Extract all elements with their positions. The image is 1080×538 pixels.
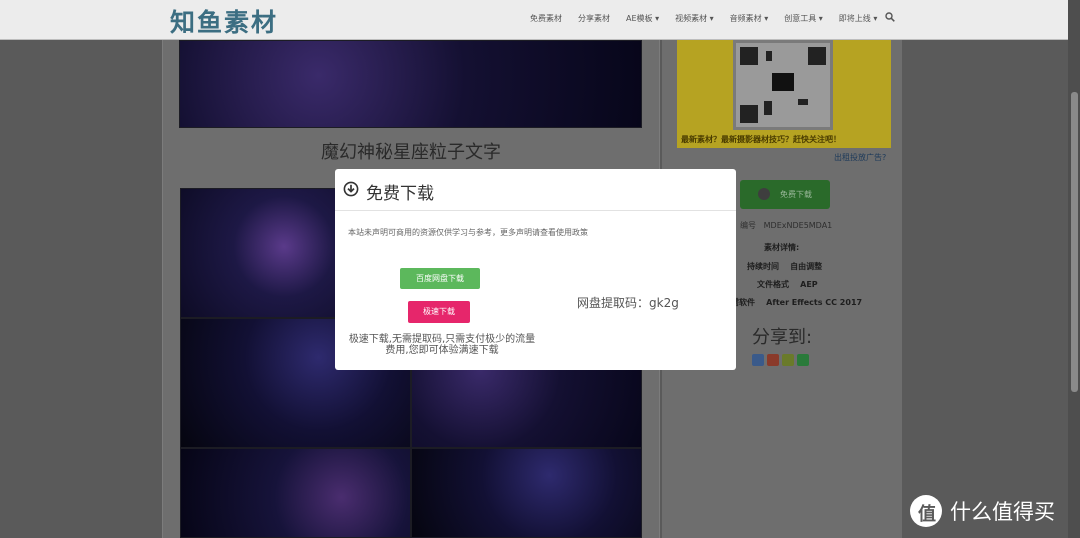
format-value: AEP: [800, 280, 818, 289]
preview-image-top: [179, 40, 642, 128]
software-value: After Effects CC 2017: [766, 298, 863, 307]
qzone-share-icon[interactable]: [782, 354, 794, 366]
fast-download-note: 极速下载,无需提取码,只需支付极少的流量费用,您即可体验满速下载: [348, 334, 536, 356]
brand-watermark: 值 什么值得买: [910, 495, 1055, 527]
download-icon: [758, 188, 770, 200]
sidebar-download-button[interactable]: 免费下载: [740, 180, 830, 209]
download-circle-icon: [343, 181, 359, 197]
item-code-label: 编号: [740, 221, 756, 230]
nav-item-ae-templates[interactable]: AE模板 ▾: [626, 13, 659, 24]
search-icon[interactable]: [885, 12, 895, 22]
nav-item-share[interactable]: 分享素材: [578, 13, 610, 24]
details-label: 素材详情:: [764, 243, 800, 252]
share-title: 分享到:: [752, 327, 813, 348]
software-row: 所需软件 After Effects CC 2017: [723, 297, 862, 308]
sidebar-download-label: 免费下载: [780, 190, 812, 199]
nav-menu: 免费素材 分享素材 AE模板 ▾ 视频素材 ▾ 音频素材 ▾ 创意工具 ▾ 即将…: [530, 13, 893, 24]
nav-item-audio[interactable]: 音频素材 ▾: [730, 13, 769, 24]
preview-image: [411, 448, 642, 538]
ad-slogan: 最新素材？最新摄影器材技巧？赶快关注吧！: [681, 135, 841, 144]
top-navbar: 知鱼素材 免费素材 分享素材 AE模板 ▾ 视频素材 ▾ 音频素材 ▾ 创意工具…: [0, 0, 1080, 40]
nav-item-video[interactable]: 视频素材 ▾: [675, 13, 714, 24]
modal-title: 免费下载: [366, 184, 434, 204]
weibo-share-icon[interactable]: [767, 354, 779, 366]
post-title: 魔幻神秘星座粒子文字: [321, 142, 501, 163]
nav-item-free[interactable]: 免费素材: [530, 13, 562, 24]
modal-header: 免费下载: [335, 169, 736, 211]
preview-image: [180, 448, 411, 538]
qr-code: [733, 40, 833, 130]
qq-share-icon[interactable]: [752, 354, 764, 366]
scrollbar-thumb[interactable]: [1071, 92, 1078, 392]
brand-logo-icon: 值: [910, 495, 942, 527]
site-logo[interactable]: 知鱼素材: [170, 3, 278, 39]
fast-download-button[interactable]: 极速下载: [408, 301, 470, 323]
duration-value: 自由调整: [790, 262, 823, 271]
download-modal: 免费下载 本站未声明可商用的资源仅供学习与参考，更多声明请查看使用政策 百度网盘…: [335, 169, 736, 370]
nav-item-coming-soon[interactable]: 即将上线 ▾: [839, 13, 878, 24]
extract-code: 网盘提取码：gk2g: [577, 296, 679, 310]
nav-item-tools[interactable]: 创意工具 ▾: [784, 13, 823, 24]
ad-link[interactable]: 出租投放广告?: [834, 152, 886, 163]
item-code-value: MDExNDE5MDA1: [763, 221, 833, 230]
brand-logo-glyph: 值: [918, 504, 936, 525]
modal-description: 本站未声明可商用的资源仅供学习与参考，更多声明请查看使用政策: [348, 228, 588, 237]
format-row: 文件格式 AEP: [757, 279, 818, 290]
share-icons: [752, 354, 812, 366]
duration-row: 持续时间 自由调整: [747, 261, 822, 272]
baidu-download-button[interactable]: 百度网盘下载: [400, 268, 480, 289]
brand-text: 什么值得买: [950, 500, 1055, 524]
format-label: 文件格式: [757, 280, 789, 289]
duration-label: 持续时间: [747, 262, 779, 271]
item-code: 编号 MDExNDE5MDA1: [740, 220, 832, 231]
wechat-share-icon[interactable]: [797, 354, 809, 366]
